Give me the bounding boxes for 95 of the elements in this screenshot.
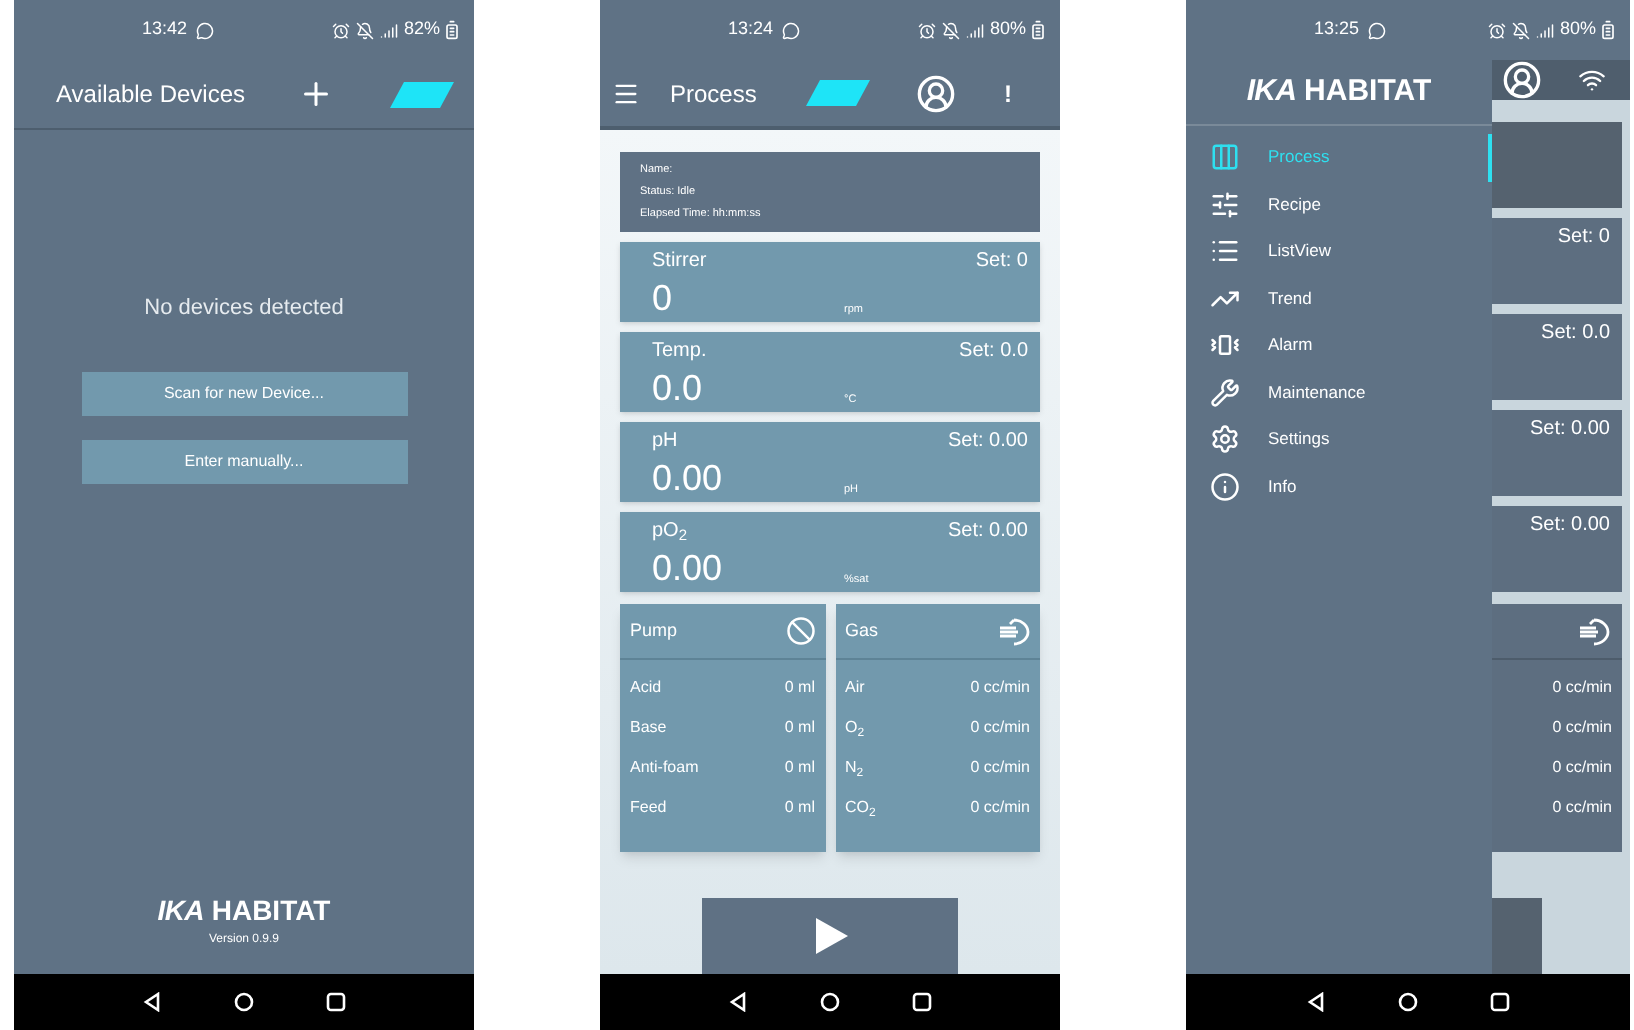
process-info-card — [1492, 122, 1622, 208]
row-value: 0 ml — [784, 796, 815, 821]
alarm-icon — [331, 21, 350, 39]
back-icon[interactable] — [728, 992, 748, 1012]
action-button[interactable]: Enter manually... — [81, 439, 407, 483]
row-label: Anti-foam — [630, 756, 699, 781]
start-button[interactable] — [702, 898, 958, 974]
home-icon[interactable] — [234, 992, 254, 1012]
recents-icon[interactable] — [912, 992, 932, 1012]
back-icon[interactable] — [142, 992, 162, 1012]
panel-title: Pump — [630, 617, 678, 644]
clock-time: 13:24 — [728, 16, 774, 43]
measurement-value: 0 — [652, 276, 675, 321]
row-label: CO$_{2}$ — [845, 796, 876, 821]
alarm-icon — [1487, 21, 1506, 39]
row-value: 0 ml — [784, 716, 815, 741]
mute-icon — [355, 21, 374, 39]
chat-icon — [1367, 21, 1386, 39]
row-value: 0 ml — [784, 676, 815, 701]
alarm-icon — [917, 21, 936, 39]
row-value: 0 cc/min — [1552, 796, 1612, 820]
chat-icon — [195, 21, 214, 39]
row-label: Base — [630, 716, 667, 741]
battery-icon — [1028, 20, 1048, 40]
mute-icon — [1511, 21, 1530, 39]
setpoint: Set: 0.00 — [1529, 514, 1610, 536]
connection-status-icon[interactable] — [806, 80, 870, 106]
menu-item[interactable]: Trend — [1186, 275, 1492, 322]
row-value: 0 cc/min — [970, 796, 1030, 821]
signal-icon — [965, 21, 984, 39]
pump-off-icon[interactable] — [785, 616, 815, 647]
mute-icon — [941, 21, 960, 39]
row-value: 0 cc/min — [970, 676, 1030, 701]
setpoint: Set: 0.0 — [1541, 322, 1610, 344]
connection-status-icon[interactable] — [390, 81, 454, 107]
battery-percent: 82% — [403, 16, 440, 43]
screen-title: Process — [670, 77, 759, 111]
signal-icon — [379, 21, 398, 39]
menu-item[interactable]: Alarm — [1186, 322, 1492, 369]
setpoint: Set: 0.0 — [959, 338, 1028, 367]
menu-item[interactable]: Info — [1186, 463, 1492, 510]
row-value: 0 cc/min — [1552, 676, 1612, 700]
alert-indicator[interactable]: ! — [1004, 75, 1012, 111]
battery-percent: 80% — [1559, 16, 1596, 43]
battery-icon — [1598, 20, 1618, 40]
menu-item[interactable]: Settings — [1186, 416, 1492, 463]
chat-icon — [781, 21, 800, 39]
measurement-name: Temp. — [652, 338, 707, 367]
setpoint: Set: 0 — [975, 248, 1028, 277]
brand-logo: IKA HABITAT — [157, 892, 331, 930]
panel-title: Gas — [845, 617, 879, 644]
home-icon[interactable] — [820, 992, 840, 1012]
gas-outlet-icon — [1578, 615, 1610, 647]
action-button[interactable]: Scan for new Device... — [81, 371, 407, 415]
setpoint: Set: 0.00 — [1529, 418, 1610, 440]
menu-item[interactable]: ListView — [1186, 228, 1492, 275]
setpoint: Set: 0 — [1557, 226, 1610, 248]
battery-percent: 80% — [989, 16, 1026, 43]
menu-item[interactable]: Maintenance — [1186, 369, 1492, 416]
row-label: Feed — [630, 796, 667, 821]
wifi-icon[interactable] — [1578, 66, 1606, 94]
play-icon — [812, 918, 848, 955]
row-label: Acid — [630, 676, 662, 701]
row-value: 0 cc/min — [970, 756, 1030, 781]
empty-message: No devices detected — [144, 294, 344, 324]
battery-icon — [442, 20, 462, 40]
setpoint: Set: 0.00 — [947, 428, 1028, 457]
home-icon[interactable] — [1398, 992, 1418, 1012]
gas-outlet-icon — [998, 615, 1030, 648]
measurement-name: pH — [652, 428, 678, 457]
user-settings-icon[interactable] — [916, 73, 956, 113]
row-label: O$_{2}$ — [845, 716, 865, 741]
row-label: N$_{2}$ — [845, 756, 864, 781]
menu-item[interactable]: Recipe — [1186, 181, 1492, 228]
row-value: 0 cc/min — [970, 716, 1030, 741]
user-settings-icon[interactable] — [1502, 60, 1542, 100]
measurement-value: 0.0 — [652, 366, 705, 411]
recents-icon[interactable] — [1490, 992, 1510, 1012]
clock-time: 13:42 — [142, 16, 188, 43]
signal-icon — [1535, 21, 1554, 39]
measurement-name: Stirrer — [652, 248, 707, 277]
recents-icon[interactable] — [326, 992, 346, 1012]
brand-logo: IKA HABITAT — [1246, 71, 1432, 112]
row-label: Air — [845, 676, 865, 701]
back-icon[interactable] — [1306, 992, 1326, 1012]
row-value: 0 cc/min — [1552, 756, 1612, 780]
row-value: 0 cc/min — [1552, 716, 1612, 740]
measurement-value: 0.00 — [652, 456, 725, 501]
measurement-value: 0.00 — [652, 546, 725, 591]
add-icon[interactable] — [298, 76, 334, 112]
measurement-name: pO$_{2}$ — [652, 518, 688, 547]
row-value: 0 ml — [784, 756, 815, 781]
clock-time: 13:25 — [1314, 16, 1360, 43]
setpoint: Set: 0.00 — [947, 518, 1028, 547]
screen-title: Available Devices — [56, 78, 247, 112]
